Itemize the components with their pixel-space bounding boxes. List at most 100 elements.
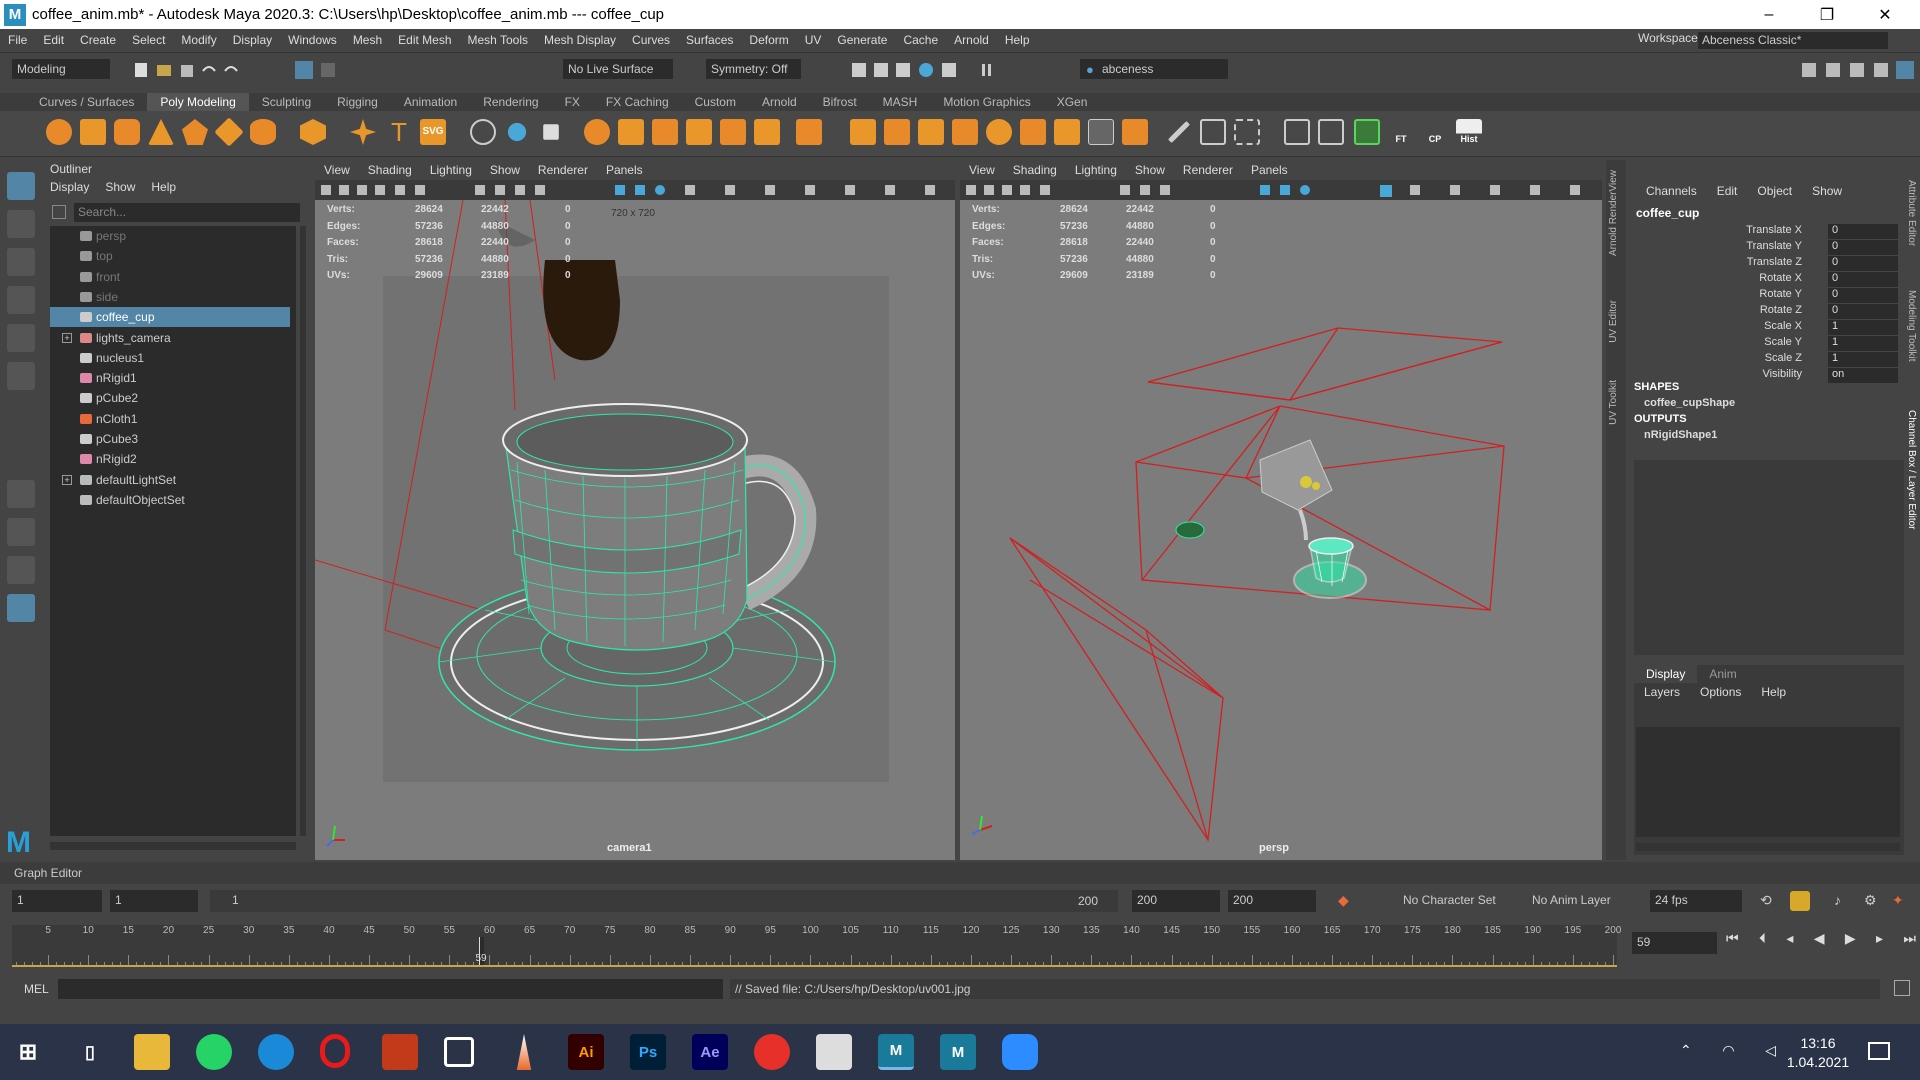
start-icon[interactable]: ⊞ bbox=[10, 1034, 46, 1070]
uv-toolkit-tab[interactable]: UV Toolkit bbox=[1608, 380, 1619, 425]
menu-surfaces[interactable]: Surfaces bbox=[678, 33, 741, 47]
minimize-button[interactable]: – bbox=[1740, 0, 1798, 29]
viewport-menu-show[interactable]: Show bbox=[481, 160, 529, 180]
outliner-item[interactable]: pCube3 bbox=[50, 429, 290, 449]
shelf-tab-fx[interactable]: FX bbox=[552, 93, 593, 111]
user-login[interactable]: abceness bbox=[1080, 59, 1228, 79]
layer-tab-display[interactable]: Display bbox=[1634, 665, 1698, 683]
anim-prefs-icon[interactable]: ✦ bbox=[1892, 892, 1904, 909]
viewport-menu-show[interactable]: Show bbox=[1126, 160, 1174, 180]
separate-icon[interactable] bbox=[507, 122, 527, 142]
current-frame-field[interactable]: 59 bbox=[1632, 932, 1717, 954]
combine-icon[interactable] bbox=[470, 119, 496, 145]
menu-mesh-display[interactable]: Mesh Display bbox=[536, 33, 624, 47]
poly-pyramid-icon[interactable] bbox=[182, 119, 208, 145]
outliner-item[interactable]: nucleus1 bbox=[50, 348, 290, 368]
attribute-value[interactable]: 0 bbox=[1828, 224, 1898, 239]
menu-generate[interactable]: Generate bbox=[829, 33, 895, 47]
photoshop-icon[interactable]: Ps bbox=[630, 1034, 666, 1070]
outliner-item[interactable]: side bbox=[50, 287, 290, 307]
layer-menu-layers[interactable]: Layers bbox=[1634, 683, 1690, 701]
end-time-field[interactable]: 200 bbox=[1228, 890, 1316, 912]
go-end-icon[interactable]: ⏭ bbox=[1903, 930, 1916, 954]
viewport-menu-panels[interactable]: Panels bbox=[597, 160, 652, 180]
maya-icon-2[interactable]: M bbox=[940, 1034, 976, 1070]
sound-icon[interactable]: ♪ bbox=[1834, 892, 1841, 908]
outliner-menu-show[interactable]: Show bbox=[97, 180, 143, 194]
edge-loop-icon[interactable] bbox=[1200, 119, 1226, 145]
attribute-value[interactable]: 1 bbox=[1828, 352, 1898, 367]
attribute-value[interactable]: 0 bbox=[1828, 304, 1898, 319]
shelf-tab-bifrost[interactable]: Bifrost bbox=[810, 93, 870, 111]
mode-select[interactable]: Modeling bbox=[12, 59, 110, 79]
outliner-item[interactable]: nRigid2 bbox=[50, 449, 290, 469]
play-back-icon[interactable]: ◀ bbox=[1814, 930, 1825, 954]
viewport-menu-lighting[interactable]: Lighting bbox=[421, 160, 481, 180]
menu-file[interactable]: File bbox=[0, 33, 35, 47]
platonic-icon[interactable] bbox=[300, 119, 326, 145]
center-pivot-icon[interactable]: CP bbox=[1422, 119, 1448, 145]
cleanup-icon[interactable] bbox=[1054, 119, 1080, 145]
shelf-tab-xgen[interactable]: XGen bbox=[1044, 93, 1101, 111]
menu-windows[interactable]: Windows bbox=[280, 33, 345, 47]
attribute-row[interactable]: Translate Z 0 bbox=[1630, 256, 1900, 272]
loop-icon[interactable]: ⟲ bbox=[1760, 892, 1772, 909]
menu-display[interactable]: Display bbox=[225, 33, 280, 47]
step-back-key-icon[interactable]: ⏴ bbox=[1759, 930, 1766, 954]
shelf-tab-mash[interactable]: MASH bbox=[870, 93, 931, 111]
blender-icon[interactable] bbox=[816, 1034, 852, 1070]
triangulate-icon[interactable] bbox=[952, 119, 978, 145]
maximize-button[interactable]: ❐ bbox=[1798, 0, 1856, 29]
output-node[interactable]: nRigidShape1 bbox=[1644, 429, 1717, 441]
lasso-tool-icon[interactable] bbox=[7, 210, 35, 238]
maya-icon[interactable]: M bbox=[878, 1034, 914, 1070]
menu-help[interactable]: Help bbox=[997, 33, 1038, 47]
retopo-icon[interactable] bbox=[1088, 119, 1114, 145]
illustrator-icon[interactable]: Ai bbox=[568, 1034, 604, 1070]
poly-cone-icon[interactable] bbox=[148, 119, 174, 145]
poly-plane-icon[interactable] bbox=[214, 117, 244, 147]
weld-icon[interactable] bbox=[1122, 119, 1148, 145]
script-editor-icon[interactable] bbox=[1894, 980, 1910, 996]
filter-icon[interactable] bbox=[52, 205, 66, 219]
clock[interactable]: 13:16 1.04.2021 bbox=[1778, 1034, 1858, 1072]
shelf-tab-arnold[interactable]: Arnold bbox=[749, 93, 810, 111]
outliner-item[interactable]: persp bbox=[50, 226, 290, 246]
outliner-menu-display[interactable]: Display bbox=[42, 180, 97, 194]
zoom-icon[interactable] bbox=[1002, 1034, 1038, 1070]
menu-mesh-tools[interactable]: Mesh Tools bbox=[460, 33, 536, 47]
outliner-pane-icon[interactable] bbox=[7, 594, 35, 622]
select-tool-icon[interactable] bbox=[7, 172, 35, 200]
layer-tab-anim[interactable]: Anim bbox=[1697, 665, 1748, 683]
poke-icon[interactable] bbox=[918, 119, 944, 145]
menu-edit[interactable]: Edit bbox=[35, 33, 72, 47]
move-tool-icon[interactable] bbox=[7, 286, 35, 314]
channel-menu-channels[interactable]: Channels bbox=[1636, 184, 1707, 198]
mel-label[interactable]: MEL bbox=[24, 982, 49, 996]
viewport-menu-lighting[interactable]: Lighting bbox=[1066, 160, 1126, 180]
substance-icon[interactable] bbox=[754, 1034, 790, 1070]
outliner-item[interactable]: nCloth1 bbox=[50, 409, 290, 429]
freeze-transform-icon[interactable]: FT bbox=[1388, 119, 1414, 145]
outliner-item[interactable]: + lights_camera bbox=[50, 328, 290, 348]
viewport-menu-panels[interactable]: Panels bbox=[1242, 160, 1297, 180]
start-time-field[interactable]: 1 bbox=[12, 890, 102, 912]
time-slider[interactable]: 5 10 15 20 25 30 35 40 45 50 55 60 65 70 75 80 85 90 95 100… bbox=[12, 925, 1621, 967]
arnold-renderview-tab[interactable]: Arnold RenderView bbox=[1608, 170, 1619, 256]
fill-hole-icon[interactable] bbox=[720, 119, 746, 145]
delete-history-icon[interactable]: Hist bbox=[1456, 119, 1482, 145]
modeling-toolkit-tab[interactable]: Modeling Toolkit bbox=[1906, 290, 1917, 362]
command-input[interactable] bbox=[58, 979, 723, 999]
menu-select[interactable]: Select bbox=[124, 33, 173, 47]
shelf-tab-fx-caching[interactable]: FX Caching bbox=[593, 93, 682, 111]
viewport-canvas-camera1[interactable]: Verts: 28624 22442 0 Edges: 57236 44880 0 Faces:… bbox=[315, 200, 955, 860]
attribute-value[interactable]: 0 bbox=[1828, 256, 1898, 271]
menu-curves[interactable]: Curves bbox=[624, 33, 678, 47]
menu-mesh[interactable]: Mesh bbox=[345, 33, 390, 47]
attribute-row[interactable]: Scale Y 1 bbox=[1630, 336, 1900, 352]
wifi-icon[interactable]: ◠ bbox=[1722, 1042, 1734, 1059]
uv-editor-icon[interactable] bbox=[1284, 119, 1310, 145]
viewport-menu-shading[interactable]: Shading bbox=[1004, 160, 1066, 180]
opera-icon[interactable] bbox=[320, 1034, 350, 1068]
outliner-search-input[interactable]: Search... bbox=[74, 203, 300, 222]
